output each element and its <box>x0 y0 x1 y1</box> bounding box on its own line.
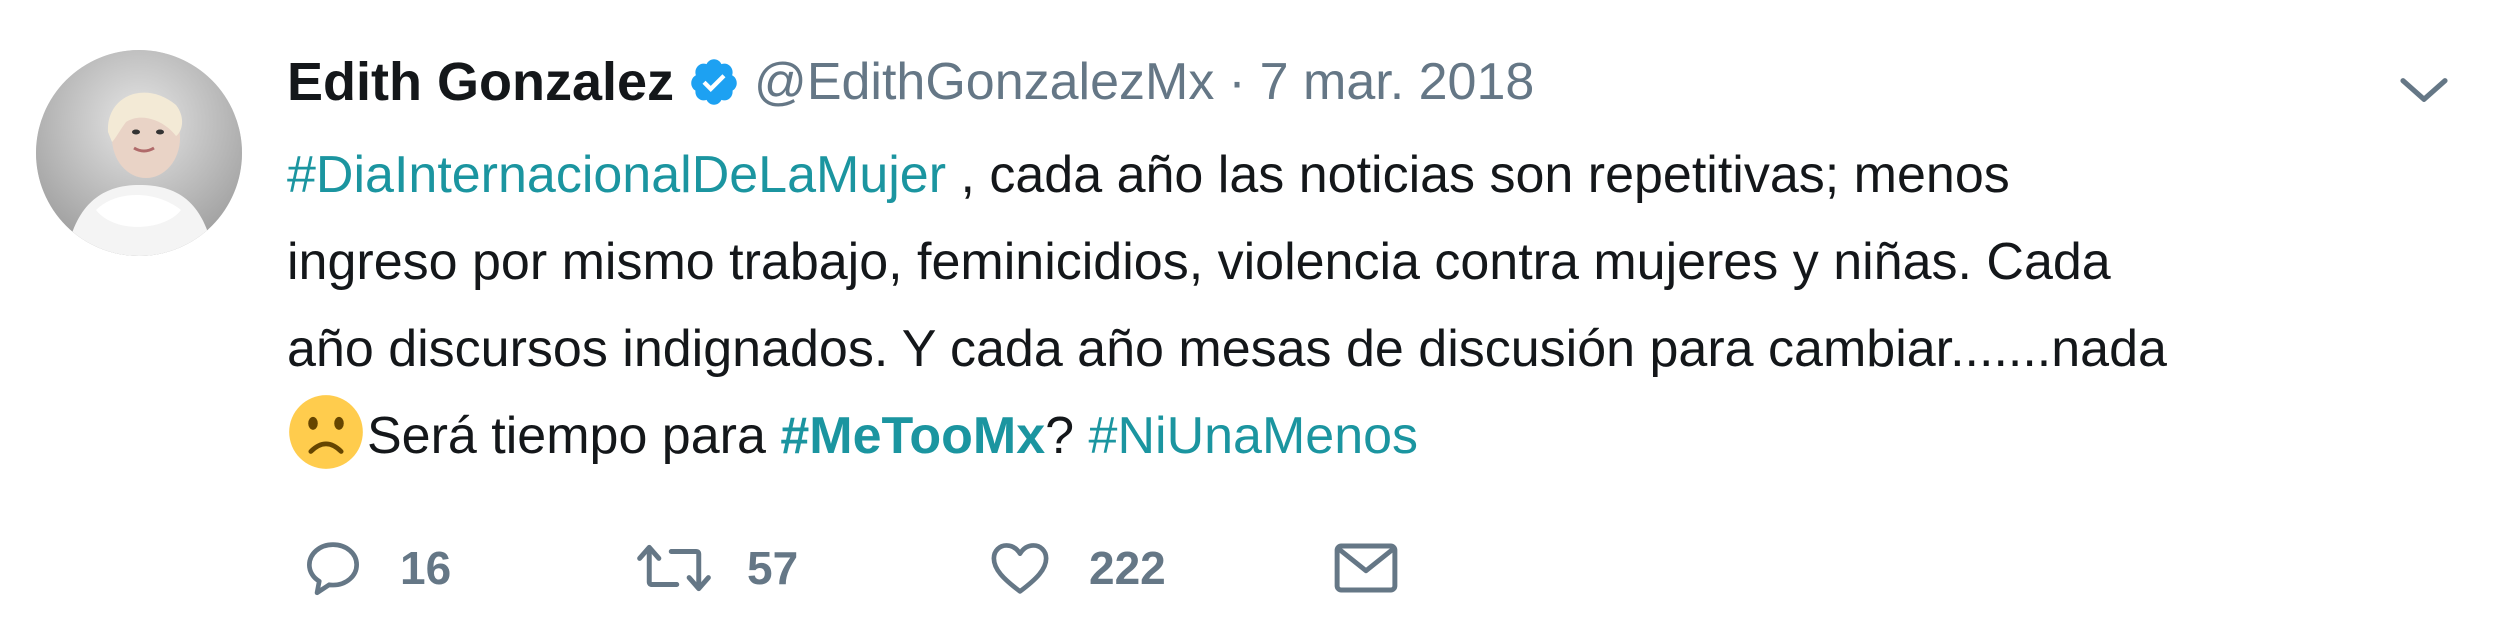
hashtag-link[interactable]: #MeTooMx <box>780 407 1045 465</box>
tweet-text-segment: ? <box>1045 407 1089 465</box>
reply-button[interactable]: 16 <box>300 535 451 601</box>
heart-icon <box>985 535 1055 601</box>
tweet-text-segment: , cada año las noticias son repetitivas;… <box>946 146 2010 204</box>
tweet-card[interactable]: Edith Gonzalez @EdithGonzalezMx · 7 mar.… <box>0 0 2495 620</box>
tweet-text-line-3: año discursos indignados. Y cada año mes… <box>287 320 2167 378</box>
avatar-image <box>36 50 242 256</box>
frowning-face-emoji <box>287 393 365 471</box>
tweet-text-line-1: #DiaInternacionalDeLaMujer , cada año la… <box>287 132 2467 219</box>
reply-count: 16 <box>400 542 452 594</box>
reply-icon <box>300 535 366 601</box>
tweet-text-segment: Será tiempo para <box>367 407 781 465</box>
tweet-date[interactable]: 7 mar. 2018 <box>1260 52 1535 112</box>
hashtag-link[interactable]: #DiaInternacionalDeLaMujer <box>287 146 946 204</box>
author-handle[interactable]: @EdithGonzalezMx <box>754 52 1214 112</box>
hashtag-link[interactable]: #NiUnaMenos <box>1089 407 1419 465</box>
tweet-text-line-4: Será tiempo para #MeTooMx? #NiUnaMenos <box>287 393 2467 480</box>
direct-message-button[interactable] <box>1330 535 1402 601</box>
envelope-icon <box>1330 535 1402 601</box>
chevron-down-icon[interactable] <box>2396 62 2452 118</box>
header-separator: · <box>1228 53 1246 111</box>
tweet-text: #DiaInternacionalDeLaMujer , cada año la… <box>287 132 2467 480</box>
verified-badge-icon <box>688 56 740 108</box>
retweet-count: 57 <box>747 542 799 594</box>
like-button[interactable]: 222 <box>985 535 1166 601</box>
retweet-button[interactable]: 57 <box>635 535 798 601</box>
like-count: 222 <box>1089 542 1166 594</box>
avatar[interactable] <box>36 50 242 256</box>
tweet-text-line-2: ingreso por mismo trabajo, feminicidios,… <box>287 233 2111 291</box>
tweet-header: Edith Gonzalez @EdithGonzalezMx · 7 mar.… <box>287 42 1534 122</box>
retweet-icon <box>635 535 713 601</box>
author-name[interactable]: Edith Gonzalez <box>287 51 674 113</box>
